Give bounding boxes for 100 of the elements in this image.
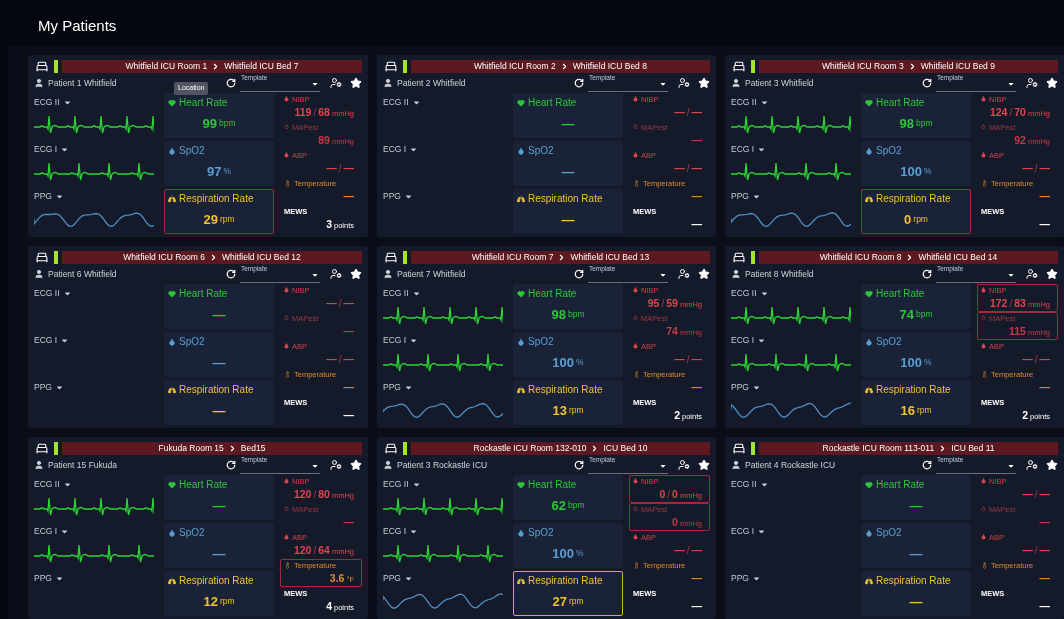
slash: / xyxy=(686,105,690,120)
user-settings-icon[interactable] xyxy=(330,268,342,281)
measurement-value: 115 xyxy=(1008,323,1026,339)
star-icon[interactable] xyxy=(698,268,710,281)
vital-label: Respiration Rate xyxy=(528,383,603,397)
bed-icon xyxy=(383,251,399,265)
status-indicator xyxy=(403,251,407,265)
bed-name: Whitfield ICU Bed 7 xyxy=(224,60,299,74)
droplet-icon xyxy=(284,343,289,350)
systolic-value: 120 xyxy=(293,542,312,558)
waveform-label: ECG II xyxy=(34,96,60,109)
patient-name: Patient 3 Whitfield xyxy=(745,76,814,90)
refresh-icon[interactable] xyxy=(922,78,932,89)
user-settings-icon[interactable] xyxy=(1026,459,1038,472)
refresh-icon[interactable] xyxy=(226,460,236,471)
slash: / xyxy=(1034,161,1038,176)
room-name: Fukuda Room 15 xyxy=(158,442,224,456)
vital-value: 27 xyxy=(552,592,567,611)
thermometer-icon xyxy=(633,179,640,187)
star-icon[interactable] xyxy=(1046,77,1058,90)
droplet-icon xyxy=(284,152,289,159)
user-settings-icon[interactable] xyxy=(330,459,342,472)
waveform-label: ECG I xyxy=(34,525,58,538)
vital-value: — xyxy=(909,544,923,563)
location-bar[interactable]: Whitfield ICU Room 3 Whitfield ICU Bed 9 xyxy=(759,60,1058,74)
diastolic-value: — xyxy=(343,295,354,311)
star-icon[interactable] xyxy=(350,77,362,90)
location-bar[interactable]: Whitfield ICU Room 2 Whitfield ICU Bed 8 xyxy=(411,60,710,74)
vital-unit: rpm xyxy=(219,213,235,226)
room-name: Whitfield ICU Room 7 xyxy=(471,251,554,265)
thermometer-icon xyxy=(633,370,640,378)
vital-value: 13 xyxy=(552,401,567,420)
measurement-value: 74 xyxy=(666,323,678,339)
vital-value: 100 xyxy=(900,353,923,372)
heart-icon xyxy=(168,480,176,489)
user-icon xyxy=(383,78,393,89)
diastolic-value: 70 xyxy=(1014,104,1026,120)
vital-label: SpO2 xyxy=(876,335,902,349)
location-bar[interactable]: Whitfield ICU Room 8 Whitfield ICU Bed 14 xyxy=(759,251,1058,265)
user-settings-icon[interactable] xyxy=(1026,268,1038,281)
location-bar[interactable]: Whitfield ICU Room 1 Whitfield ICU Bed 7 xyxy=(62,60,362,74)
star-icon[interactable] xyxy=(698,77,710,90)
refresh-icon[interactable] xyxy=(226,269,236,280)
waveform-label: PPG xyxy=(34,381,52,394)
vital-label: SpO2 xyxy=(179,144,205,158)
user-settings-icon[interactable] xyxy=(678,268,690,281)
refresh-icon[interactable] xyxy=(226,78,236,89)
heart-icon xyxy=(168,98,176,107)
user-settings-icon[interactable] xyxy=(330,77,342,90)
waveform-label: PPG xyxy=(383,190,401,203)
measurement-value: — xyxy=(343,407,354,423)
bed-icon xyxy=(34,251,50,265)
droplet-icon xyxy=(517,528,525,537)
location-bar[interactable]: Whitfield ICU Room 7 Whitfield ICU Bed 13 xyxy=(411,251,710,265)
droplet-icon xyxy=(633,152,638,159)
refresh-icon[interactable] xyxy=(922,460,932,471)
location-bar[interactable]: Rockastle ICU Room 132-010 ICU Bed 10 xyxy=(411,442,710,456)
star-icon[interactable] xyxy=(350,268,362,281)
vital-label: SpO2 xyxy=(876,144,902,158)
star-icon[interactable] xyxy=(698,459,710,472)
user-settings-icon[interactable] xyxy=(678,77,690,90)
location-bar[interactable]: Fukuda Room 15 Bed15 xyxy=(62,442,362,456)
waveform-label: ECG I xyxy=(383,525,407,538)
slash: / xyxy=(338,161,342,176)
slash: / xyxy=(1034,352,1038,367)
bed-icon xyxy=(383,60,399,74)
vital-value: — xyxy=(212,401,226,420)
slash: / xyxy=(686,161,690,176)
refresh-icon[interactable] xyxy=(574,78,584,89)
user-settings-icon[interactable] xyxy=(678,459,690,472)
location-bar[interactable]: Rockastle ICU Room 113-011 ICU Bed 11 xyxy=(759,442,1058,456)
refresh-icon[interactable] xyxy=(922,269,932,280)
measurement-value: 92 xyxy=(1014,132,1026,148)
vital-unit: % xyxy=(924,165,932,178)
waveform-label: ECG I xyxy=(731,143,755,156)
vital-value: — xyxy=(561,114,575,133)
lungs-icon xyxy=(865,194,873,203)
page-title: My Patients xyxy=(38,16,118,36)
star-icon[interactable] xyxy=(1046,268,1058,281)
star-icon[interactable] xyxy=(350,459,362,472)
user-settings-icon[interactable] xyxy=(1026,77,1038,90)
measurement-value: — xyxy=(691,570,702,586)
ring-icon xyxy=(284,124,289,131)
location-bar[interactable]: Whitfield ICU Room 6 Whitfield ICU Bed 12 xyxy=(62,251,362,265)
refresh-icon[interactable] xyxy=(574,460,584,471)
vital-value: — xyxy=(561,162,575,181)
star-icon[interactable] xyxy=(1046,459,1058,472)
room-name: Whitfield ICU Room 1 xyxy=(125,60,208,74)
status-indicator xyxy=(751,442,755,456)
vital-value: — xyxy=(909,592,923,611)
user-icon xyxy=(731,269,741,280)
waveform-label: ECG II xyxy=(731,96,757,109)
vital-unit: % xyxy=(576,356,584,369)
vital-label: Respiration Rate xyxy=(876,383,951,397)
refresh-icon[interactable] xyxy=(574,269,584,280)
user-icon xyxy=(34,269,44,280)
droplet-icon xyxy=(284,478,289,485)
vital-label: SpO2 xyxy=(179,335,205,349)
systolic-value: — xyxy=(326,351,337,367)
vital-value: 0 xyxy=(904,210,912,229)
